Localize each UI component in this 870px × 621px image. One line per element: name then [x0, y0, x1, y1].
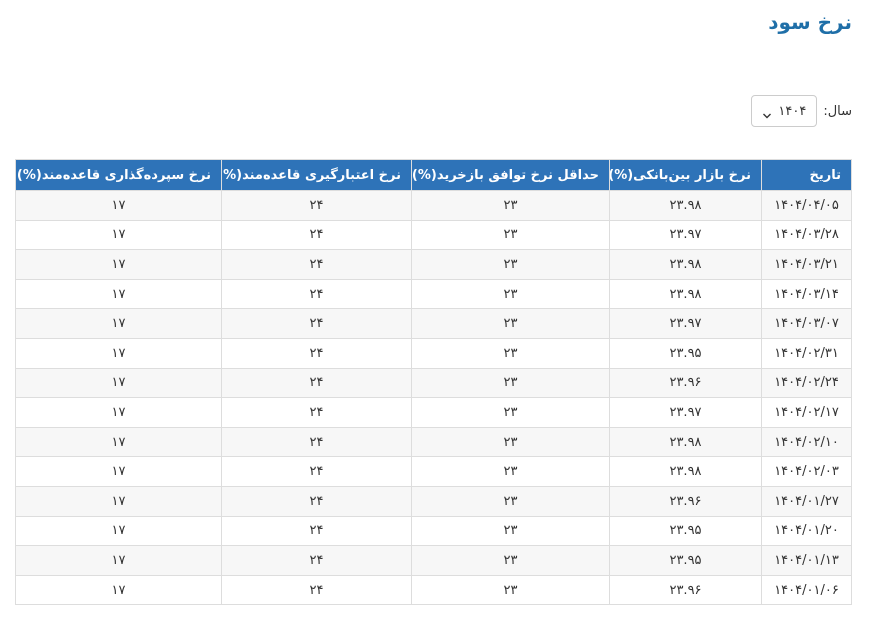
table-row: ۱۴۰۴/۰۱/۱۳ ۲۳.۹۵ ۲۳ ۲۴ ۱۷ [15, 545, 852, 576]
deposit-facility-rate-cell: ۱۷ [15, 515, 222, 547]
interbank-rate-cell: ۲۳.۹۶ [609, 367, 762, 399]
interbank-rate-cell: ۲۳.۹۸ [609, 249, 762, 280]
date-cell: ۱۴۰۴/۰۱/۰۶ [761, 574, 852, 606]
lending-facility-rate-cell: ۲۴ [221, 190, 412, 221]
date-cell: ۱۴۰۴/۰۳/۱۴ [761, 278, 852, 310]
deposit-facility-rate-cell: ۱۷ [15, 574, 222, 606]
table-row: ۱۴۰۴/۰۳/۲۱ ۲۳.۹۸ ۲۳ ۲۴ ۱۷ [15, 249, 852, 280]
lending-facility-rate-cell: ۲۴ [221, 545, 412, 576]
min-repo-rate-cell: ۲۳ [411, 249, 610, 280]
table-row: ۱۴۰۴/۰۳/۲۸ ۲۳.۹۷ ۲۳ ۲۴ ۱۷ [15, 219, 852, 251]
table-row: ۱۴۰۴/۰۲/۰۳ ۲۳.۹۸ ۲۳ ۲۴ ۱۷ [15, 456, 852, 487]
deposit-facility-rate-cell: ۱۷ [15, 219, 222, 251]
deposit-facility-rate-cell: ۱۷ [15, 308, 222, 339]
table-row: ۱۴۰۴/۰۲/۱۰ ۲۳.۹۸ ۲۳ ۲۴ ۱۷ [15, 426, 852, 458]
min-repo-rate-cell: ۲۳ [411, 367, 610, 399]
year-filter: سال: ۱۴۰۴ [751, 95, 852, 127]
interbank-rate-cell: ۲۳.۹۸ [609, 426, 762, 458]
deposit-facility-rate-cell: ۱۷ [15, 337, 222, 369]
table-row: ۱۴۰۴/۰۴/۰۵ ۲۳.۹۸ ۲۳ ۲۴ ۱۷ [15, 190, 852, 221]
lending-facility-rate-cell: ۲۴ [221, 337, 412, 369]
year-select[interactable]: ۱۴۰۴ [751, 95, 818, 127]
date-cell: ۱۴۰۴/۰۱/۲۰ [761, 515, 852, 547]
lending-facility-rate-cell: ۲۴ [221, 278, 412, 310]
date-cell: ۱۴۰۴/۰۱/۲۷ [761, 485, 852, 517]
lending-facility-rate-cell: ۲۴ [221, 219, 412, 251]
interbank-rate-cell: ۲۳.۹۷ [609, 219, 762, 251]
interbank-rate-cell: ۲۳.۹۷ [609, 397, 762, 428]
interbank-rate-cell: ۲۳.۹۶ [609, 485, 762, 517]
chevron-down-icon-svg [763, 113, 772, 119]
date-cell: ۱۴۰۴/۰۳/۲۸ [761, 219, 852, 251]
interbank-rate-cell: ۲۳.۹۸ [609, 190, 762, 221]
column-header-lending-facility-rate[interactable]: نرخ اعتبارگیری قاعده‌مند(%) [221, 159, 412, 191]
year-label: سال: [823, 103, 852, 119]
deposit-facility-rate-cell: ۱۷ [15, 249, 222, 280]
chevron-down-icon [762, 106, 772, 119]
page-title: نرخ سود [768, 10, 852, 34]
date-cell: ۱۴۰۴/۰۲/۱۰ [761, 426, 852, 458]
year-select-value: ۱۴۰۴ [778, 103, 807, 119]
table-header-row: تاریخ نرخ بازار بین‌بانکی(%) حداقل نرخ ت… [15, 159, 852, 191]
column-header-min-repo-rate[interactable]: حداقل نرخ توافق بازخرید(%) [411, 159, 610, 191]
min-repo-rate-cell: ۲۳ [411, 574, 610, 606]
interbank-rate-cell: ۲۳.۹۵ [609, 337, 762, 369]
min-repo-rate-cell: ۲۳ [411, 515, 610, 547]
min-repo-rate-cell: ۲۳ [411, 485, 610, 517]
lending-facility-rate-cell: ۲۴ [221, 574, 412, 606]
date-cell: ۱۴۰۴/۰۳/۰۷ [761, 308, 852, 339]
deposit-facility-rate-cell: ۱۷ [15, 190, 222, 221]
table-body: ۱۴۰۴/۰۴/۰۵ ۲۳.۹۸ ۲۳ ۲۴ ۱۷ ۱۴۰۴/۰۳/۲۸ ۲۳.۹۷ ۲۳ ۲۴… [15, 190, 852, 606]
table-row: ۱۴۰۴/۰۲/۳۱ ۲۳.۹۵ ۲۳ ۲۴ ۱۷ [15, 337, 852, 369]
interbank-rate-cell: ۲۳.۹۵ [609, 515, 762, 547]
table-row: ۱۴۰۴/۰۳/۱۴ ۲۳.۹۸ ۲۳ ۲۴ ۱۷ [15, 278, 852, 310]
table-row: ۱۴۰۴/۰۱/۰۶ ۲۳.۹۶ ۲۳ ۲۴ ۱۷ [15, 574, 852, 606]
deposit-facility-rate-cell: ۱۷ [15, 456, 222, 487]
lending-facility-rate-cell: ۲۴ [221, 249, 412, 280]
interbank-rate-cell: ۲۳.۹۵ [609, 545, 762, 576]
lending-facility-rate-cell: ۲۴ [221, 426, 412, 458]
table-row: ۱۴۰۴/۰۲/۲۴ ۲۳.۹۶ ۲۳ ۲۴ ۱۷ [15, 367, 852, 399]
interbank-rate-cell: ۲۳.۹۷ [609, 308, 762, 339]
min-repo-rate-cell: ۲۳ [411, 337, 610, 369]
column-header-deposit-facility-rate[interactable]: نرخ سپرده‌گذاری قاعده‌مند(%) [15, 159, 222, 191]
table-row: ۱۴۰۴/۰۱/۲۰ ۲۳.۹۵ ۲۳ ۲۴ ۱۷ [15, 515, 852, 547]
min-repo-rate-cell: ۲۳ [411, 219, 610, 251]
deposit-facility-rate-cell: ۱۷ [15, 278, 222, 310]
lending-facility-rate-cell: ۲۴ [221, 456, 412, 487]
column-header-date[interactable]: تاریخ [761, 159, 852, 191]
lending-facility-rate-cell: ۲۴ [221, 515, 412, 547]
min-repo-rate-cell: ۲۳ [411, 308, 610, 339]
column-header-interbank-rate[interactable]: نرخ بازار بین‌بانکی(%) [609, 159, 762, 191]
min-repo-rate-cell: ۲۳ [411, 397, 610, 428]
interbank-rate-cell: ۲۳.۹۸ [609, 278, 762, 310]
min-repo-rate-cell: ۲۳ [411, 278, 610, 310]
min-repo-rate-cell: ۲۳ [411, 426, 610, 458]
interest-rates-table: تاریخ نرخ بازار بین‌بانکی(%) حداقل نرخ ت… [15, 159, 852, 606]
deposit-facility-rate-cell: ۱۷ [15, 367, 222, 399]
deposit-facility-rate-cell: ۱۷ [15, 426, 222, 458]
date-cell: ۱۴۰۴/۰۲/۰۳ [761, 456, 852, 487]
lending-facility-rate-cell: ۲۴ [221, 485, 412, 517]
table-row: ۱۴۰۴/۰۲/۱۷ ۲۳.۹۷ ۲۳ ۲۴ ۱۷ [15, 397, 852, 428]
table-row: ۱۴۰۴/۰۱/۲۷ ۲۳.۹۶ ۲۳ ۲۴ ۱۷ [15, 485, 852, 517]
date-cell: ۱۴۰۴/۰۲/۱۷ [761, 397, 852, 428]
min-repo-rate-cell: ۲۳ [411, 456, 610, 487]
deposit-facility-rate-cell: ۱۷ [15, 397, 222, 428]
date-cell: ۱۴۰۴/۰۲/۲۴ [761, 367, 852, 399]
table-row: ۱۴۰۴/۰۳/۰۷ ۲۳.۹۷ ۲۳ ۲۴ ۱۷ [15, 308, 852, 339]
min-repo-rate-cell: ۲۳ [411, 190, 610, 221]
interbank-rate-cell: ۲۳.۹۶ [609, 574, 762, 606]
deposit-facility-rate-cell: ۱۷ [15, 545, 222, 576]
date-cell: ۱۴۰۴/۰۳/۲۱ [761, 249, 852, 280]
lending-facility-rate-cell: ۲۴ [221, 397, 412, 428]
lending-facility-rate-cell: ۲۴ [221, 308, 412, 339]
deposit-facility-rate-cell: ۱۷ [15, 485, 222, 517]
date-cell: ۱۴۰۴/۰۲/۳۱ [761, 337, 852, 369]
interbank-rate-cell: ۲۳.۹۸ [609, 456, 762, 487]
lending-facility-rate-cell: ۲۴ [221, 367, 412, 399]
date-cell: ۱۴۰۴/۰۴/۰۵ [761, 190, 852, 221]
date-cell: ۱۴۰۴/۰۱/۱۳ [761, 545, 852, 576]
min-repo-rate-cell: ۲۳ [411, 545, 610, 576]
